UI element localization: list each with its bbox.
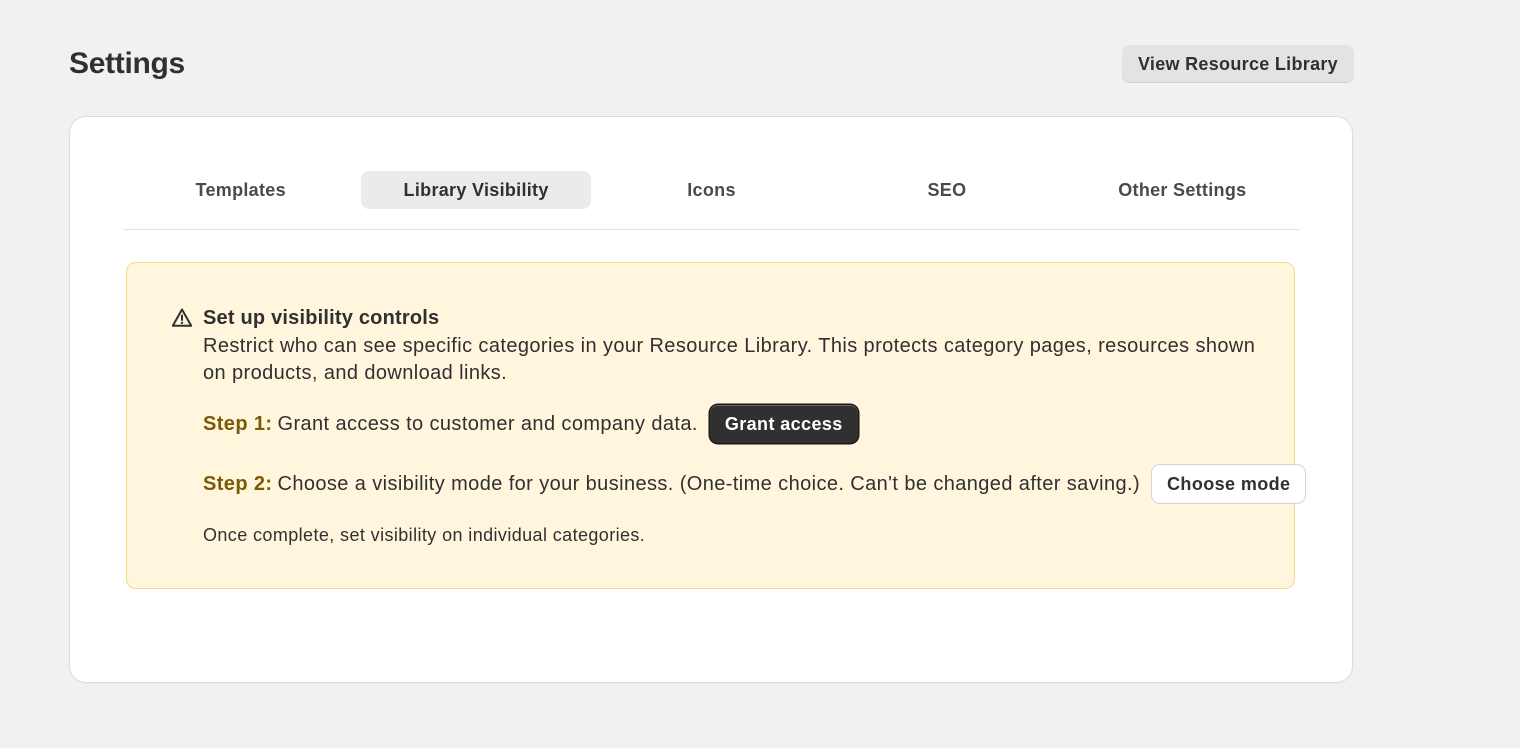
tab-label[interactable]: Library Visibility (361, 171, 592, 209)
tab-label[interactable]: SEO (832, 171, 1062, 209)
warning-triangle-icon (171, 307, 193, 329)
step-2-label: Step 2: (203, 472, 273, 495)
step-2-text: Choose a visibility mode for your busine… (277, 472, 1141, 495)
tab-templates[interactable]: Templates (123, 169, 358, 229)
tab-library-visibility[interactable]: Library Visibility (358, 169, 593, 229)
tab-label[interactable]: Templates (126, 171, 356, 209)
visibility-warning-banner: Set up visibility controls Restrict who … (126, 262, 1306, 589)
banner-description: Restrict who can see specific categories… (203, 335, 1256, 384)
tab-label[interactable]: Other Settings (1067, 171, 1297, 209)
tab-other-settings[interactable]: Other Settings (1065, 169, 1300, 229)
step-1-text: Grant access to customer and company dat… (277, 412, 698, 435)
choose-mode-button[interactable]: Choose mode (1152, 465, 1306, 503)
page-header: Settings View Resource Library (69, 44, 1354, 84)
settings-card: Templates Library Visibility Icons SEO O… (70, 117, 1352, 682)
view-resource-library-button[interactable]: View Resource Library (1121, 45, 1354, 83)
tab-bar: Templates Library Visibility Icons SEO O… (123, 169, 1300, 230)
banner-title: Set up visibility controls (203, 307, 440, 329)
step-1-row: Step 1: Grant access to customer and com… (203, 405, 1263, 443)
tab-seo[interactable]: SEO (829, 169, 1064, 229)
page-title: Settings (69, 47, 185, 80)
step-2-row: Step 2: Choose a visibility mode for you… (203, 465, 1306, 503)
banner-footer-text: Once complete, set visibility on individ… (203, 525, 646, 545)
tab-icons[interactable]: Icons (594, 169, 829, 229)
grant-access-button[interactable]: Grant access (709, 405, 858, 443)
tab-label[interactable]: Icons (597, 171, 827, 209)
banner-content: Set up visibility controls Restrict who … (203, 303, 1306, 546)
step-1-label: Step 1: (203, 412, 273, 435)
